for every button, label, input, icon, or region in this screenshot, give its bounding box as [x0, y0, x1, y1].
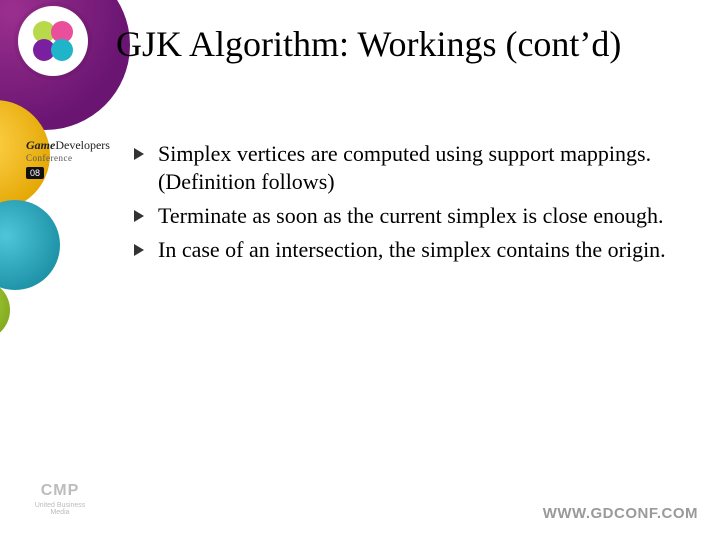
- bullet-text: In case of an intersection, the simplex …: [158, 237, 666, 262]
- cmp-logo: CMP United Business Media: [30, 482, 90, 516]
- badge-year: 08: [26, 167, 44, 179]
- cmp-mark: CMP: [30, 482, 90, 500]
- decorative-circle-teal: [0, 200, 60, 290]
- slide: GameDevelopers Conference 08 GJK Algorit…: [0, 0, 720, 540]
- cmp-subtext: United Business Media: [30, 502, 90, 516]
- bullet-item: In case of an intersection, the simplex …: [132, 236, 672, 264]
- bullet-text: Simplex vertices are computed using supp…: [158, 141, 651, 194]
- bullet-text: Terminate as soon as the current simplex…: [158, 203, 664, 228]
- badge-line1: GameDevelopers: [26, 138, 106, 153]
- badge-line2: Conference: [26, 153, 106, 163]
- badge-word-game: Game: [26, 138, 55, 152]
- slide-title: GJK Algorithm: Workings (cont’d): [116, 24, 676, 65]
- bullet-item: Terminate as soon as the current simplex…: [132, 202, 672, 230]
- gdc-conference-badge: GameDevelopers Conference 08: [26, 138, 106, 181]
- gdc-clover-logo: [18, 6, 88, 76]
- footer-url: WWW.GDCONF.COM: [543, 505, 698, 522]
- bullet-item: Simplex vertices are computed using supp…: [132, 140, 672, 196]
- badge-word-developers: Developers: [55, 138, 110, 152]
- bullet-list: Simplex vertices are computed using supp…: [132, 140, 672, 271]
- clover-icon: [26, 14, 80, 68]
